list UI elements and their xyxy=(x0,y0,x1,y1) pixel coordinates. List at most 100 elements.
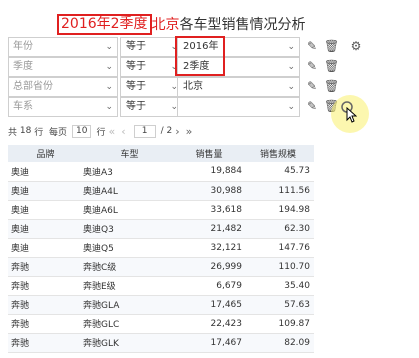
page-number-input[interactable]: 1 xyxy=(133,124,156,138)
cell-brand: 奥迪 xyxy=(8,200,80,220)
cell-model: 奔驰C级 xyxy=(80,257,176,277)
filter-field-label: 年份 xyxy=(13,41,33,52)
cell-model: 奔驰GLK xyxy=(80,333,176,353)
column-header-model[interactable]: 车型 xyxy=(80,145,176,162)
cell-sales-scale: 57.63 xyxy=(246,295,314,315)
page-size-input[interactable]: 10 xyxy=(71,124,92,138)
table-row[interactable]: 奥迪 奥迪Q5 32,121 147.76 xyxy=(8,238,314,258)
cell-sales-volume: 17,467 xyxy=(176,333,246,353)
cell-brand: 奔驰 xyxy=(8,295,80,315)
pencil-icon[interactable]: ✎ xyxy=(305,78,319,94)
pagination-bar: 共 18 行 每页 10 行 « ‹ 1 / 2 › » xyxy=(8,124,195,138)
filter-field-label: 季度 xyxy=(13,61,33,72)
cell-sales-volume: 33,618 xyxy=(176,200,246,220)
cell-model: 奥迪A3 xyxy=(80,162,176,182)
filter-operator-select[interactable]: 等于 ⌄ xyxy=(120,77,183,97)
data-table: 品牌 车型 销售量 销售规模 奥迪 奥迪A3 19,884 45.73 奥迪 奥迪A4L… xyxy=(8,145,314,353)
filter-operator-select[interactable]: 等于 ⌄ xyxy=(120,37,183,57)
filter-value-select[interactable]: ⌄ xyxy=(177,97,300,117)
cell-model: 奔驰GLC xyxy=(80,314,176,334)
table-row[interactable]: 奔驰 奔驰GLK 17,467 82.09 xyxy=(8,333,314,353)
cell-sales-volume: 17,465 xyxy=(176,295,246,315)
chevron-down-icon: ⌄ xyxy=(287,62,295,72)
filter-field-label: 总部省份 xyxy=(13,81,53,92)
chevron-down-icon: ⌄ xyxy=(105,102,113,112)
cell-model: 奥迪Q5 xyxy=(80,238,176,258)
trash-icon[interactable]: 🗑 xyxy=(324,58,339,74)
page-total: / 2 xyxy=(160,126,173,136)
table-row[interactable]: 奔驰 奔驰E级 6,679 35.40 xyxy=(8,276,314,296)
chevron-down-icon: ⌄ xyxy=(105,62,113,72)
table-header-row: 品牌 车型 销售量 销售规模 xyxy=(8,145,314,162)
cell-sales-scale: 82.09 xyxy=(246,333,314,353)
filter-operator-label: 等于 xyxy=(126,101,146,112)
cell-sales-volume: 19,884 xyxy=(176,162,246,182)
cell-sales-scale: 111.56 xyxy=(246,181,314,201)
cell-brand: 奔驰 xyxy=(8,276,80,296)
cell-model: 奔驰E级 xyxy=(80,276,176,296)
cell-brand: 奔驰 xyxy=(8,314,80,334)
cell-brand: 奔驰 xyxy=(8,257,80,277)
filter-operator-label: 等于 xyxy=(126,81,146,92)
cell-sales-volume: 30,988 xyxy=(176,181,246,201)
gear-icon[interactable]: ⚙ xyxy=(349,38,363,54)
column-header-sales-volume[interactable]: 销售量 xyxy=(176,145,246,162)
prev-page-button[interactable]: ‹ xyxy=(121,125,125,138)
title-text: 各车型销售情况分析 xyxy=(179,17,306,33)
chevron-down-icon: ⌄ xyxy=(287,102,295,112)
cell-sales-scale: 110.70 xyxy=(246,257,314,277)
cell-sales-scale: 62.30 xyxy=(246,219,314,239)
title-city: 北京 xyxy=(151,17,180,33)
filter-operator-select[interactable]: 等于 ⌄ xyxy=(120,57,183,77)
cell-sales-volume: 26,999 xyxy=(176,257,246,277)
pencil-icon[interactable]: ✎ xyxy=(305,38,319,54)
per-page-label: 每页 xyxy=(48,127,67,138)
last-page-button[interactable]: » xyxy=(186,125,193,138)
table-row[interactable]: 奥迪 奥迪A3 19,884 45.73 xyxy=(8,162,314,182)
next-page-button[interactable]: › xyxy=(175,125,179,138)
filter-field-label: 车系 xyxy=(13,101,33,112)
cell-sales-scale: 109.87 xyxy=(246,314,314,334)
cell-model: 奥迪A6L xyxy=(80,200,176,220)
filter-value-label: 北京 xyxy=(183,81,203,92)
filter-field-select[interactable]: 总部省份 ⌄ xyxy=(8,77,118,97)
chevron-down-icon: ⌄ xyxy=(287,42,295,52)
table-row[interactable]: 奥迪 奥迪Q3 21,482 62.30 xyxy=(8,219,314,239)
pencil-icon[interactable]: ✎ xyxy=(305,58,319,74)
filter-field-select[interactable]: 年份 ⌄ xyxy=(8,37,118,57)
cell-brand: 奥迪 xyxy=(8,219,80,239)
filter-operator-label: 等于 xyxy=(126,61,146,72)
table-row[interactable]: 奔驰 奔驰C级 26,999 110.70 xyxy=(8,257,314,277)
title-period-highlight: 2016年2季度 xyxy=(57,13,152,35)
filter-value-select[interactable]: 北京 ⌄ xyxy=(177,77,300,97)
cell-model: 奔驰GLA xyxy=(80,295,176,315)
value-highlight-box xyxy=(175,36,225,76)
table-row[interactable]: 奔驰 奔驰GLC 22,423 109.87 xyxy=(8,314,314,334)
pencil-icon[interactable]: ✎ xyxy=(305,98,319,114)
cell-brand: 奥迪 xyxy=(8,162,80,182)
cell-sales-volume: 22,423 xyxy=(176,314,246,334)
column-header-sales-scale[interactable]: 销售规模 xyxy=(246,145,314,162)
chevron-down-icon: ⌄ xyxy=(105,82,113,92)
cell-model: 奥迪A4L xyxy=(80,181,176,201)
total-prefix: 共 xyxy=(8,127,18,138)
filter-operator-select[interactable]: 等于 ⌄ xyxy=(120,97,183,117)
filter-field-select[interactable]: 季度 ⌄ xyxy=(8,57,118,77)
filter-field-select[interactable]: 车系 ⌄ xyxy=(8,97,118,117)
trash-icon[interactable]: 🗑 xyxy=(324,78,339,94)
per-page-suffix: 行 xyxy=(96,127,106,138)
table-row[interactable]: 奔驰 奔驰GLA 17,465 57.63 xyxy=(8,295,314,315)
chevron-down-icon: ⌄ xyxy=(287,82,295,92)
cell-sales-scale: 45.73 xyxy=(246,162,314,182)
page-title: 2016年2季度 北京 各车型销售情况分析 xyxy=(57,13,306,35)
trash-icon[interactable]: 🗑 xyxy=(324,38,339,54)
cell-sales-volume: 6,679 xyxy=(176,276,246,296)
chevron-down-icon: ⌄ xyxy=(105,42,113,52)
table-row[interactable]: 奥迪 奥迪A4L 30,988 111.56 xyxy=(8,181,314,201)
cell-model: 奥迪Q3 xyxy=(80,219,176,239)
cell-sales-scale: 35.40 xyxy=(246,276,314,296)
first-page-button[interactable]: « xyxy=(108,125,115,138)
table-row[interactable]: 奥迪 奥迪A6L 33,618 194.98 xyxy=(8,200,314,220)
column-header-brand[interactable]: 品牌 xyxy=(8,145,80,162)
cell-sales-volume: 21,482 xyxy=(176,219,246,239)
